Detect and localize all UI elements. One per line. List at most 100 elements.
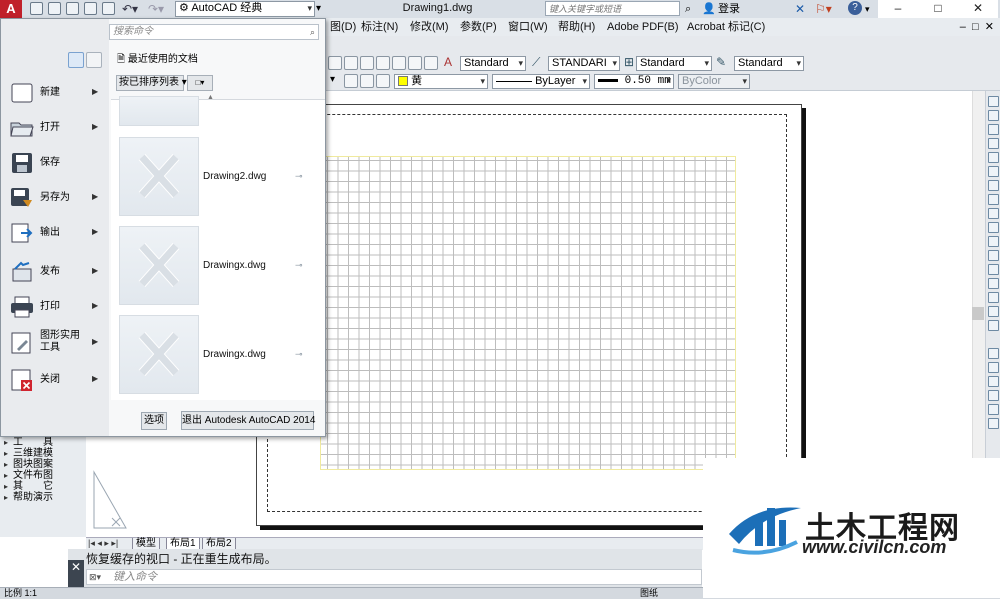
menu-acrobat-markup[interactable]: Acrobat 标记(C) bbox=[687, 18, 765, 36]
circle-tool-icon[interactable] bbox=[988, 180, 999, 191]
quick-access-dropdown-icon[interactable]: ▾ bbox=[316, 1, 321, 17]
palette-tree-item[interactable]: ▸ 图块图案 bbox=[4, 459, 53, 470]
linetype-combo[interactable]: ByLayer ▾ bbox=[492, 74, 590, 89]
menu-modify[interactable]: 修改(M) bbox=[410, 18, 449, 36]
new-icon[interactable] bbox=[30, 2, 43, 15]
chamfer-tool-icon[interactable] bbox=[988, 348, 999, 359]
arc-tool-icon[interactable] bbox=[988, 152, 999, 163]
open-icon[interactable] bbox=[48, 2, 61, 15]
sort-order-combo[interactable]: 按已排序列表 ▾ bbox=[116, 75, 187, 91]
paper-mode-toggle[interactable]: 图纸 bbox=[640, 588, 658, 598]
pin-icon[interactable]: ⊸ bbox=[295, 171, 303, 182]
display-mode-combo[interactable]: □▾ bbox=[187, 75, 213, 91]
layer-states-icon[interactable] bbox=[360, 74, 374, 88]
menu-item-print[interactable]: 打印 ▶ bbox=[7, 291, 105, 325]
match-tool-icon[interactable] bbox=[988, 418, 999, 429]
help-dropdown-icon[interactable]: ▾ bbox=[865, 1, 870, 17]
menu-adobe-pdf[interactable]: Adobe PDF(B) bbox=[607, 18, 679, 36]
palette-tree-item[interactable]: ▸ 工 具 bbox=[4, 437, 53, 448]
menu-window[interactable]: 窗口(W) bbox=[508, 18, 548, 36]
document-window-controls[interactable]: – □ ✕ bbox=[948, 18, 1000, 36]
menu-item-drawing-utilities[interactable]: 图形实用 工具 ▶ bbox=[7, 327, 105, 361]
maximize-button[interactable]: □ bbox=[918, 0, 958, 18]
login-link[interactable]: 登录 bbox=[718, 1, 740, 17]
polyline-tool-icon[interactable] bbox=[988, 110, 999, 121]
menu-item-open[interactable]: 打开 ▶ bbox=[7, 112, 105, 146]
properties-tool-icon[interactable] bbox=[988, 404, 999, 415]
rotate-tool-icon[interactable] bbox=[988, 250, 999, 261]
search-icon[interactable]: ⌕ bbox=[685, 1, 691, 17]
polygon-tool-icon[interactable] bbox=[988, 124, 999, 135]
menu-draw[interactable]: 图(D) bbox=[330, 18, 356, 36]
recent-file-item[interactable]: Drawingx.dwg ⊸ bbox=[111, 224, 325, 306]
undo-icon[interactable]: ↶▾ bbox=[122, 1, 138, 17]
toolbar-icon[interactable] bbox=[408, 56, 422, 70]
mirror-tool-icon[interactable] bbox=[988, 208, 999, 219]
menu-item-publish[interactable]: 发布 ▶ bbox=[7, 256, 105, 290]
vertical-scroll-thumb[interactable] bbox=[972, 307, 984, 320]
workspace-switcher[interactable]: ⚙ AutoCAD 经典 ▾ bbox=[175, 1, 315, 17]
toolbar-icon[interactable] bbox=[328, 56, 342, 70]
tab-nav-arrows[interactable]: |◂ ◂ ▸ ▸| bbox=[88, 538, 118, 549]
pin-icon[interactable]: ⊸ bbox=[295, 349, 303, 360]
command-input[interactable]: 键入命令 bbox=[86, 569, 702, 585]
menu-help[interactable]: 帮助(H) bbox=[558, 18, 595, 36]
menu-search-input[interactable]: 搜索命令 ⌕ bbox=[109, 24, 319, 40]
array-tool-icon[interactable] bbox=[988, 236, 999, 247]
options-button[interactable]: 选项 bbox=[141, 412, 167, 430]
palette-tree-item[interactable]: ▸ 帮助演示 bbox=[4, 492, 53, 503]
palette-tree-item[interactable]: ▸ 三维建模 bbox=[4, 448, 53, 459]
fillet-tool-icon[interactable] bbox=[988, 362, 999, 373]
toolbar-icon[interactable] bbox=[424, 56, 438, 70]
autodesk-360-icon[interactable]: ⚐▾ bbox=[815, 1, 832, 17]
open-documents-view-icon[interactable] bbox=[86, 52, 102, 68]
lineweight-combo[interactable]: 0.50 mm ▾ bbox=[594, 74, 674, 89]
multileader-style-combo[interactable]: Standard ▾ bbox=[734, 56, 804, 71]
menu-item-new[interactable]: 新建 ▶ bbox=[7, 77, 105, 111]
help-icon[interactable]: ? bbox=[848, 1, 862, 15]
recent-file-item[interactable]: Drawing2.dwg ⊸ bbox=[111, 135, 325, 217]
toolbar-icon[interactable] bbox=[392, 56, 406, 70]
command-window-close[interactable]: ✕ bbox=[68, 560, 84, 587]
toolbar-icon[interactable] bbox=[360, 56, 374, 70]
offset-tool-icon[interactable] bbox=[988, 222, 999, 233]
application-button-icon[interactable]: A bbox=[0, 0, 22, 18]
file-thumbnail[interactable] bbox=[119, 96, 199, 126]
plotstyle-combo[interactable]: ByColor ▾ bbox=[678, 74, 750, 89]
toolbar-icon[interactable] bbox=[344, 56, 358, 70]
close-button[interactable]: ✕ bbox=[958, 0, 998, 18]
pin-icon[interactable]: ⊸ bbox=[295, 260, 303, 271]
scroll-up-icon[interactable]: ▲ bbox=[207, 94, 214, 101]
layer-previous-icon[interactable] bbox=[344, 74, 358, 88]
text-style-combo[interactable]: Standard ▾ bbox=[460, 56, 526, 71]
layer-tool-icon[interactable] bbox=[988, 390, 999, 401]
make-current-icon[interactable] bbox=[376, 74, 390, 88]
menu-parametric[interactable]: 参数(P) bbox=[460, 18, 497, 36]
stretch-tool-icon[interactable] bbox=[988, 278, 999, 289]
palette-tree-item[interactable]: ▸ 其 它 bbox=[4, 481, 53, 492]
table-style-combo[interactable]: Standard ▾ bbox=[636, 56, 712, 71]
exchange-icon[interactable]: ✕ bbox=[795, 1, 805, 17]
extend-tool-icon[interactable] bbox=[988, 306, 999, 317]
help-search-input[interactable]: 键入关键字或短语 bbox=[545, 1, 680, 16]
recent-file-item[interactable]: Drawingx.dwg ⊸ bbox=[111, 313, 325, 395]
trim-tool-icon[interactable] bbox=[988, 292, 999, 303]
line-tool-icon[interactable] bbox=[988, 96, 999, 107]
move-tool-icon[interactable] bbox=[988, 166, 999, 177]
break-tool-icon[interactable] bbox=[988, 320, 999, 331]
copy-tool-icon[interactable] bbox=[988, 194, 999, 205]
dim-style-combo[interactable]: STANDARI ▾ bbox=[548, 56, 620, 71]
print-icon[interactable] bbox=[102, 2, 115, 15]
user-icon[interactable]: 👤 bbox=[702, 1, 716, 17]
color-combo[interactable]: 黄 ▾ bbox=[394, 74, 488, 89]
redo-icon[interactable]: ↷▾ bbox=[148, 1, 164, 17]
menu-item-save[interactable]: 保存 bbox=[7, 147, 105, 181]
toolbar-icon[interactable] bbox=[376, 56, 390, 70]
palette-tree-item[interactable]: ▸ 文件布图 bbox=[4, 470, 53, 481]
minimize-button[interactable]: – bbox=[878, 0, 918, 18]
rectangle-tool-icon[interactable] bbox=[988, 138, 999, 149]
menu-dimension[interactable]: 标注(N) bbox=[361, 18, 398, 36]
menu-item-close[interactable]: 关闭 ▶ bbox=[7, 364, 105, 398]
recent-documents-view-icon[interactable] bbox=[68, 52, 84, 68]
save-icon[interactable] bbox=[66, 2, 79, 15]
